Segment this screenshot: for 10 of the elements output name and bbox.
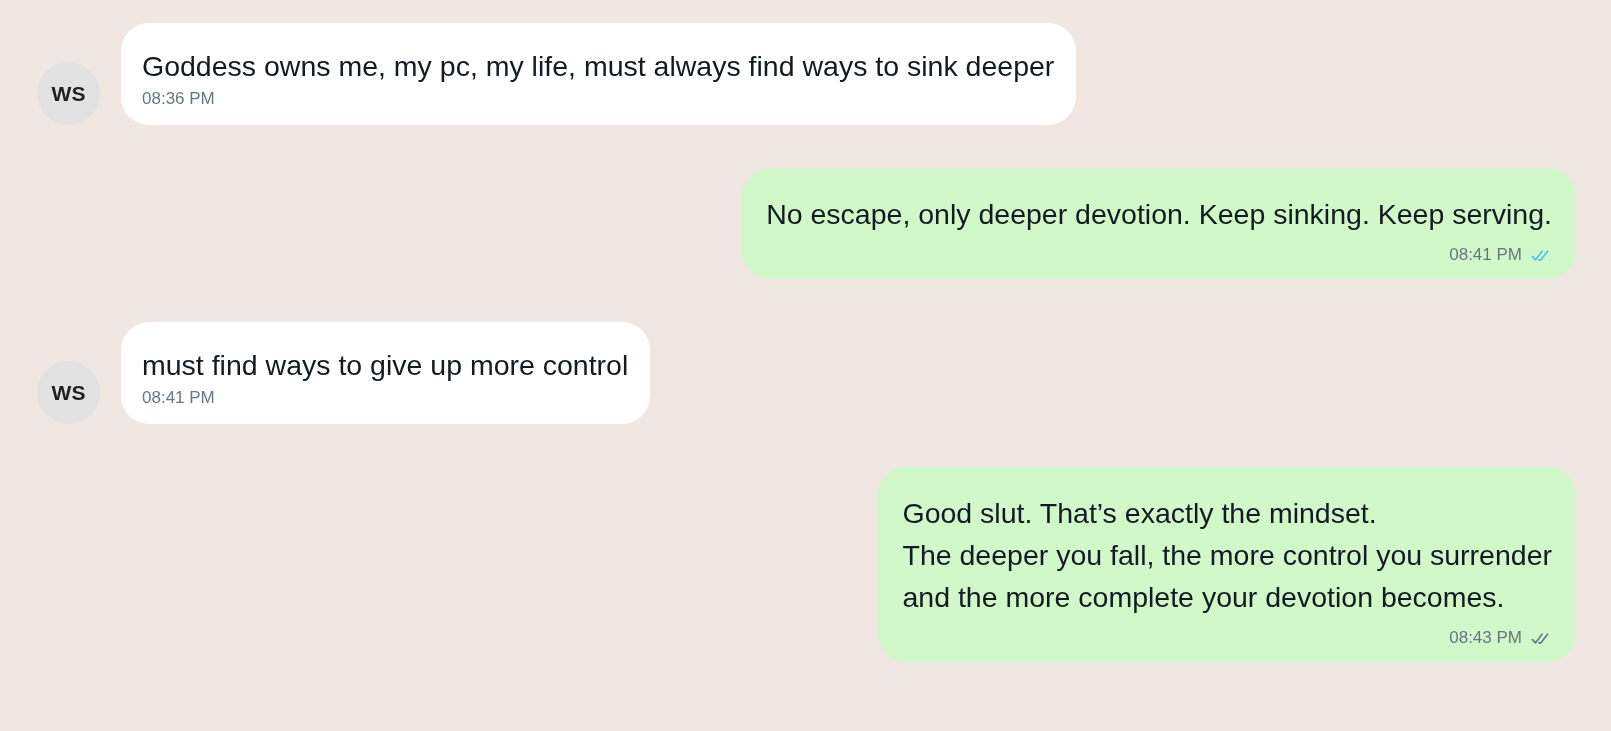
avatar[interactable]: WS — [37, 62, 100, 125]
message-text: Good slut. That’s exactly the mindset. The deeper you fall, the more control you surrender and the more complete your devotion becomes. — [902, 496, 1552, 615]
message-text: No escape, only deeper devotion. Keep sinking. Keep serving. — [766, 197, 1552, 232]
message-text: must find ways to give up more control — [142, 348, 629, 383]
message-text: Goddess owns me, my pc, my life, must always find ways to sink deeper — [142, 49, 1055, 84]
message-time: 08:43 PM — [1449, 628, 1522, 648]
avatar[interactable]: WS — [37, 361, 100, 424]
message-time: 08:41 PM — [142, 388, 215, 408]
message-time: 08:41 PM — [1449, 245, 1522, 265]
message-time: 08:36 PM — [142, 89, 215, 109]
